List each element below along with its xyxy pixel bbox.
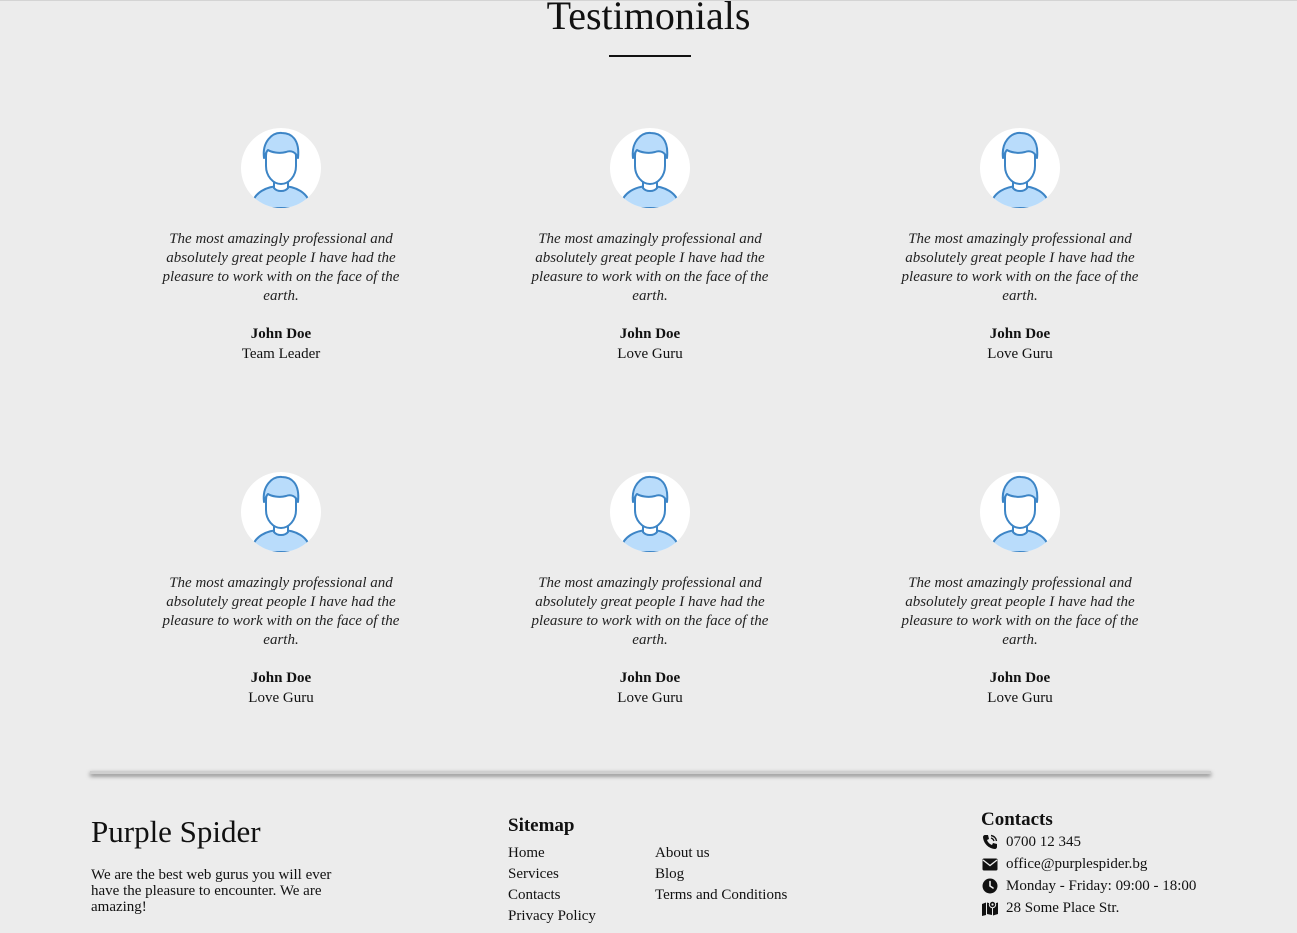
testimonial-name: John Doe: [250, 326, 312, 342]
testimonial-card: The most amazingly professional and abso…: [146, 472, 416, 709]
user-avatar-icon: [980, 472, 1060, 552]
sitemap-title: Sitemap: [508, 815, 575, 836]
testimonial-role: Love Guru: [987, 346, 1053, 362]
sitemap-link-about-us[interactable]: About us: [655, 845, 710, 861]
section-title: Testimonials: [546, 0, 751, 38]
testimonial-card: The most amazingly professional and abso…: [146, 128, 416, 365]
page: Testimonials The most amazingly professi…: [0, 0, 1297, 933]
sitemap-link-home[interactable]: Home: [508, 845, 545, 861]
testimonial-quote: The most amazingly professional and abso…: [531, 575, 769, 648]
testimonial-quote: The most amazingly professional and abso…: [162, 231, 400, 304]
sitemap-item: Privacy Policy: [508, 906, 596, 927]
testimonial-name: John Doe: [989, 670, 1051, 686]
testimonial-quote: The most amazingly professional and abso…: [531, 231, 769, 304]
testimonial-card: The most amazingly professional and abso…: [515, 128, 785, 365]
user-avatar-icon: [241, 128, 321, 208]
contact-phone[interactable]: 0700 12 345: [981, 831, 1081, 853]
testimonial-name: John Doe: [619, 326, 681, 342]
user-avatar-icon: [610, 472, 690, 552]
contact-address-text: 28 Some Place Str.: [1006, 900, 1120, 916]
contact-phone-text: 0700 12 345: [1006, 834, 1081, 850]
testimonial-name: John Doe: [250, 670, 312, 686]
user-avatar-icon: [980, 128, 1060, 208]
contact-address[interactable]: 28 Some Place Str.: [981, 897, 1119, 919]
map-icon: [981, 900, 999, 916]
testimonial-quote: The most amazingly professional and abso…: [901, 231, 1139, 304]
footer-brand-name[interactable]: Purple Spider: [91, 813, 261, 851]
testimonial-card: The most amazingly professional and abso…: [885, 128, 1155, 365]
sitemap-link-services[interactable]: Services: [508, 866, 559, 882]
clock-icon: [981, 878, 999, 894]
title-underline: [609, 55, 691, 57]
sitemap-link-blog[interactable]: Blog: [655, 866, 684, 882]
sitemap-item: Home: [508, 843, 596, 864]
testimonial-role: Love Guru: [617, 690, 683, 706]
testimonial-quote: The most amazingly professional and abso…: [162, 575, 400, 648]
footer-tagline: We are the best web gurus you will ever …: [91, 867, 332, 915]
contact-hours: Monday - Friday: 09:00 - 18:00: [981, 875, 1196, 897]
testimonial-card: The most amazingly professional and abso…: [515, 472, 785, 709]
footer-divider: [90, 771, 1211, 774]
sitemap-item: About us: [655, 843, 787, 864]
sitemap-item: Services: [508, 864, 596, 885]
sitemap-link-contacts[interactable]: Contacts: [508, 887, 561, 903]
sitemap-link-privacy-policy[interactable]: Privacy Policy: [508, 908, 596, 924]
testimonial-role: Team Leader: [241, 346, 321, 362]
phone-icon: [981, 834, 999, 850]
contact-email[interactable]: office@purplespider.bg: [981, 853, 1147, 875]
user-avatar-icon: [241, 472, 321, 552]
contacts-title: Contacts: [981, 809, 1053, 830]
sitemap-link-terms[interactable]: Terms and Conditions: [655, 887, 787, 903]
testimonial-name: John Doe: [619, 670, 681, 686]
sitemap-column: About us Blog Terms and Conditions: [655, 843, 787, 906]
testimonial-role: Love Guru: [987, 690, 1053, 706]
user-avatar-icon: [610, 128, 690, 208]
testimonial-role: Love Guru: [617, 346, 683, 362]
contact-email-text: office@purplespider.bg: [1006, 856, 1148, 872]
testimonial-quote: The most amazingly professional and abso…: [901, 575, 1139, 648]
sitemap-item: Contacts: [508, 885, 596, 906]
testimonial-role: Love Guru: [248, 690, 314, 706]
sitemap-item: Blog: [655, 864, 787, 885]
testimonial-name: John Doe: [989, 326, 1051, 342]
envelope-icon: [981, 856, 999, 872]
contact-hours-text: Monday - Friday: 09:00 - 18:00: [1006, 878, 1197, 894]
sitemap-column: Home Services Contacts Privacy Policy: [508, 843, 596, 927]
testimonial-card: The most amazingly professional and abso…: [885, 472, 1155, 709]
sitemap-item: Terms and Conditions: [655, 885, 787, 906]
